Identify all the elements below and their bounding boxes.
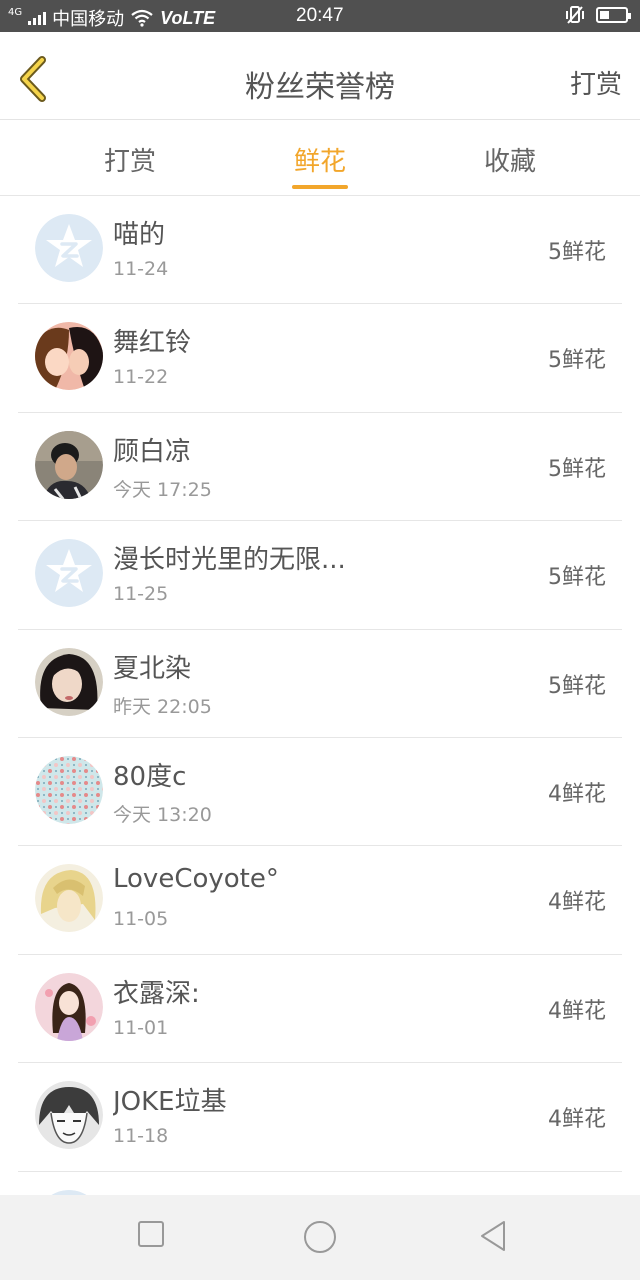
back-triangle-icon[interactable] [478, 1219, 508, 1253]
status-left: 4G 中国移动 VoLTE [8, 5, 215, 31]
gift-date: 11-22 [113, 366, 169, 389]
user-name: 衣露深: [113, 978, 200, 1009]
circle-icon[interactable] [303, 1220, 337, 1254]
status-right [564, 5, 631, 25]
tab-bar: 打赏 鲜花 收藏 [0, 121, 640, 196]
flower-count: 4鲜花 [548, 890, 606, 916]
square-icon[interactable] [138, 1221, 164, 1247]
list-item[interactable]: 顾白凉 今天 17:25 5鲜花 [18, 413, 622, 522]
app-header: 粉丝荣誉榜 打赏 [0, 32, 640, 120]
tab-flowers[interactable]: 鲜花 [260, 141, 380, 178]
avatar [35, 755, 103, 824]
list-item[interactable]: JOKE垃基 11-18 4鲜花 [18, 1063, 622, 1172]
signal-icon [28, 11, 47, 25]
flower-count: 5鲜花 [548, 456, 606, 482]
user-name: LoveCoyote° [113, 864, 279, 895]
active-tab-indicator [292, 185, 348, 189]
gift-date: 11-18 [113, 1125, 169, 1148]
avatar [35, 214, 103, 282]
page-title: 粉丝荣誉榜 [245, 70, 395, 105]
gift-date: 11-05 [113, 908, 169, 931]
user-name: 舞红铃 [113, 328, 192, 359]
list-item[interactable]: 衣露深: 11-01 4鲜花 [18, 955, 622, 1064]
avatar [35, 430, 103, 499]
volte-indicator: VoLTE [160, 7, 216, 28]
avatar [35, 539, 103, 608]
list-item[interactable]: 80度c 今天 13:20 4鲜花 [18, 738, 622, 847]
gift-date: 今天 13:20 [113, 803, 212, 826]
avatar [35, 972, 103, 1041]
gift-date: 昨天 22:05 [113, 695, 212, 718]
list-item[interactable]: 喵的 11-24 5鲜花 [18, 196, 622, 305]
reward-button[interactable]: 打赏 [570, 64, 622, 101]
battery-icon [596, 7, 631, 23]
user-name: 夏北染 [113, 653, 192, 684]
list-item[interactable]: 夏北染 昨天 22:05 5鲜花 [18, 630, 622, 738]
flower-count: 4鲜花 [548, 998, 606, 1024]
gift-date: 11-24 [113, 258, 169, 280]
user-name: 漫长时光里的无限... [113, 545, 346, 576]
avatar [35, 322, 103, 391]
user-name: 80度c [113, 761, 187, 792]
user-name: JOKE垃基 [113, 1087, 227, 1118]
tab-reward[interactable]: 打赏 [70, 141, 190, 178]
status-bar: 4G 中国移动 VoLTE 20:47 [0, 0, 640, 32]
user-name: 喵的 [113, 220, 166, 250]
flower-count: 5鲜花 [548, 565, 606, 591]
network-type: 4G [8, 7, 23, 18]
avatar [35, 647, 103, 716]
user-name: 顾白凉 [113, 436, 192, 467]
carrier-name: 中国移动 [52, 9, 125, 30]
flower-count: 5鲜花 [548, 240, 606, 265]
flower-count: 5鲜花 [548, 348, 606, 374]
avatar [35, 1081, 103, 1150]
gift-date: 11-25 [113, 583, 169, 606]
gift-date: 11-01 [113, 1016, 169, 1039]
wifi-icon [131, 9, 153, 27]
fan-ranking-list: 喵的 11-24 5鲜花 舞红铃 11-22 5鲜花 顾白凉 今天 17:25 [0, 196, 640, 1280]
vibrate-icon [566, 6, 584, 24]
clock: 20:47 [296, 5, 344, 26]
list-item[interactable]: LoveCoyote° 11-05 4鲜花 [18, 846, 622, 955]
avatar [35, 864, 103, 933]
list-item[interactable]: 漫长时光里的无限... 11-25 5鲜花 [18, 521, 622, 630]
flower-count: 4鲜花 [548, 781, 606, 807]
system-nav-bar [0, 1195, 640, 1280]
gift-date: 今天 17:25 [113, 478, 212, 501]
flower-count: 5鲜花 [548, 673, 606, 699]
list-item[interactable]: 舞红铃 11-22 5鲜花 [18, 304, 622, 413]
tab-favorites[interactable]: 收藏 [450, 141, 570, 178]
flower-count: 4鲜花 [548, 1107, 606, 1133]
